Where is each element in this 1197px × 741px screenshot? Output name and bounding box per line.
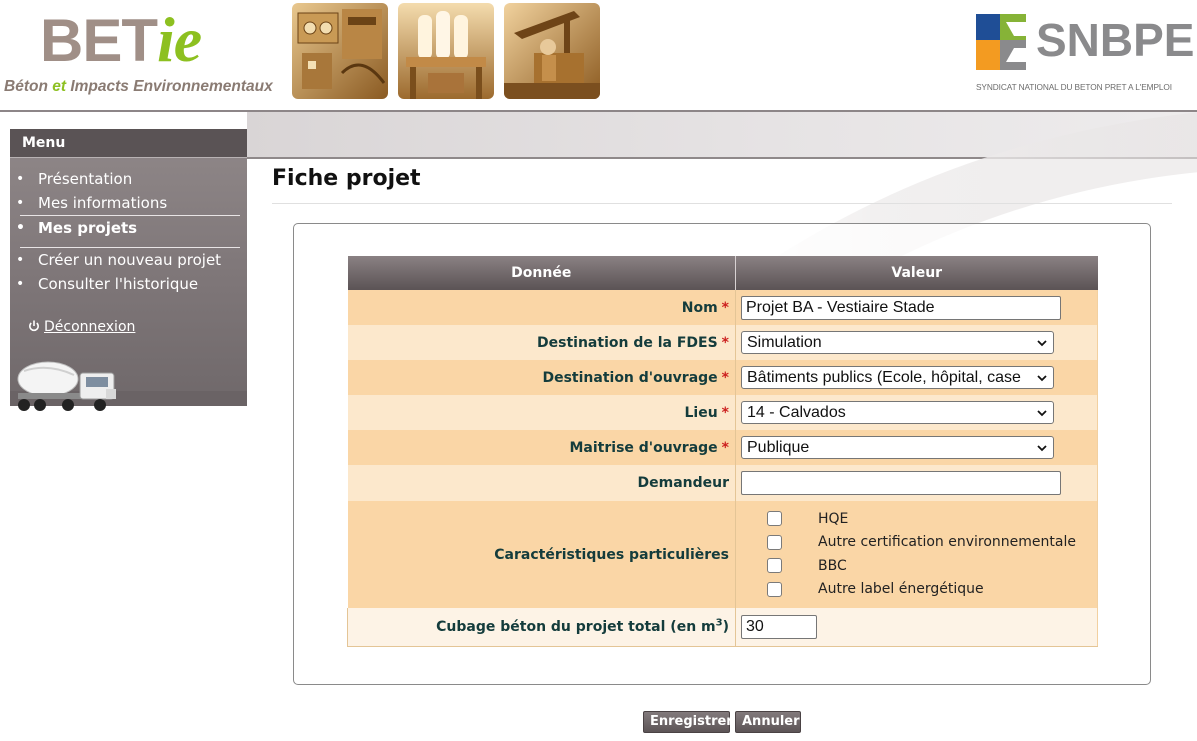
concrete-plant-photo	[398, 3, 494, 99]
table-row-lieu: Lieu * 14 - Calvados	[347, 395, 1098, 430]
sidebar: Menu Présentation Mes informations Mes p…	[10, 129, 247, 411]
logout-label: Déconnexion	[44, 319, 136, 335]
checkbox-label: Autre label énergétique	[818, 581, 984, 598]
betie-logo[interactable]: BETie Béton et Impacts Environnementaux	[4, 4, 273, 104]
menu-list-active: Mes projets	[10, 216, 247, 240]
menu-list: Présentation Mes informations	[10, 167, 247, 215]
destination-fdes-select[interactable]: Simulation	[741, 331, 1054, 354]
hqe-checkbox[interactable]	[767, 511, 782, 527]
menu-title: Menu	[10, 129, 247, 158]
bbc-checkbox[interactable]	[767, 558, 782, 574]
concrete-truck-icon	[17, 361, 116, 411]
snbpe-logo-wordmark: SNBPE	[1036, 14, 1195, 66]
column-header-valeur: Valeur	[735, 256, 1098, 290]
checkbox-row-bbc[interactable]: BBC	[736, 554, 1097, 578]
field-label-nom: Nom *	[347, 290, 736, 325]
snbpe-logo-mark	[976, 14, 1026, 70]
menu-item-mes-projets[interactable]: Mes projets	[10, 216, 247, 240]
top-band-divider	[247, 157, 1197, 159]
nom-input[interactable]: Projet BA - Vestiaire Stade	[741, 295, 1061, 320]
title-divider	[272, 203, 1172, 204]
lieu-select[interactable]: 14 - Calvados	[741, 401, 1054, 424]
concrete-pump-photo	[504, 3, 600, 99]
required-marker: *	[721, 369, 729, 386]
menu-item-presentation[interactable]: Présentation	[10, 167, 247, 191]
field-label-cubage: Cubage béton du projet total (en m3)	[347, 608, 736, 647]
checkbox-row-autre-certification[interactable]: Autre certification environnementale	[736, 531, 1097, 555]
required-marker: *	[721, 334, 729, 351]
field-label-lieu: Lieu *	[347, 395, 736, 430]
column-header-donnee: Donnée	[347, 256, 736, 290]
field-label-caracteristiques: Caractéristiques particulières	[347, 501, 736, 608]
betie-logo-wordmark: BETie	[40, 4, 202, 75]
field-label-maitrise-ouvrage: Maitrise d'ouvrage *	[347, 430, 736, 465]
autre-certification-checkbox[interactable]	[767, 534, 782, 550]
destination-ouvrage-select[interactable]: Bâtiments publics (Ecole, hôpital, case	[741, 366, 1054, 389]
cubage-input[interactable]: 30	[741, 614, 817, 639]
chevron-down-icon	[1037, 410, 1047, 417]
menu-list-projects: Créer un nouveau projet Consulter l'hist…	[10, 248, 247, 296]
table-row-nom: Nom * Projet BA - Vestiaire Stade	[347, 290, 1098, 325]
checkbox-label: Autre certification environnementale	[818, 534, 1076, 551]
chevron-down-icon	[1037, 340, 1047, 347]
project-form-table: Donnée Valeur Nom * Projet BA - Vestiaire…	[347, 256, 1098, 647]
menu-item-historique[interactable]: Consulter l'historique	[10, 272, 247, 296]
table-row-cubage: Cubage béton du projet total (en m3) 30	[347, 608, 1098, 647]
autre-label-checkbox[interactable]	[767, 581, 782, 597]
table-row-demandeur: Demandeur	[347, 465, 1098, 501]
table-row-maitrise-ouvrage: Maitrise d'ouvrage * Publique	[347, 430, 1098, 465]
page-title: Fiche projet	[272, 166, 421, 191]
logout-link[interactable]: Déconnexion	[28, 319, 135, 335]
power-icon	[29, 320, 39, 332]
field-label-destination-ouvrage: Destination d'ouvrage *	[347, 360, 736, 395]
menu-item-mes-informations[interactable]: Mes informations	[10, 191, 247, 215]
checkbox-row-autre-label[interactable]: Autre label énergétique	[736, 578, 1097, 602]
snbpe-logo-subtitle: SYNDICAT NATIONAL DU BETON PRET A L'EMPL…	[976, 82, 1172, 92]
checkbox-row-hqe[interactable]: HQE	[736, 507, 1097, 531]
menu-item-creer-projet[interactable]: Créer un nouveau projet	[10, 248, 247, 272]
chevron-down-icon	[1037, 445, 1047, 452]
checkbox-label: HQE	[818, 510, 849, 527]
lab-equipment-photo	[292, 3, 388, 99]
chevron-down-icon	[1037, 375, 1047, 382]
field-label-demandeur: Demandeur	[347, 465, 736, 501]
table-header-row: Donnée Valeur	[347, 256, 1098, 290]
required-marker: *	[721, 299, 729, 316]
table-row-destination-ouvrage: Destination d'ouvrage * Bâtiments publics…	[347, 360, 1098, 395]
betie-logo-tagline: Béton et Impacts Environnementaux	[4, 78, 273, 95]
required-marker: *	[721, 439, 729, 456]
field-label-destination-fdes: Destination de la FDES *	[347, 325, 736, 360]
save-button[interactable]: Enregistrer	[643, 711, 733, 733]
site-header: BETie Béton et Impacts Environnementaux	[0, 0, 1197, 111]
maitrise-ouvrage-select[interactable]: Publique	[741, 436, 1054, 459]
top-band	[247, 112, 1197, 158]
table-row-destination-fdes: Destination de la FDES * Simulation	[347, 325, 1098, 360]
checkbox-label: BBC	[818, 557, 847, 574]
table-row-caracteristiques: Caractéristiques particulières HQE Autre…	[347, 501, 1098, 608]
required-marker: *	[721, 404, 729, 421]
demandeur-input[interactable]	[741, 471, 1061, 495]
snbpe-logo[interactable]: SNBPE SYNDICAT NATIONAL DU BETON PRET A …	[976, 14, 1194, 98]
cancel-button[interactable]: Annuler	[735, 711, 801, 733]
